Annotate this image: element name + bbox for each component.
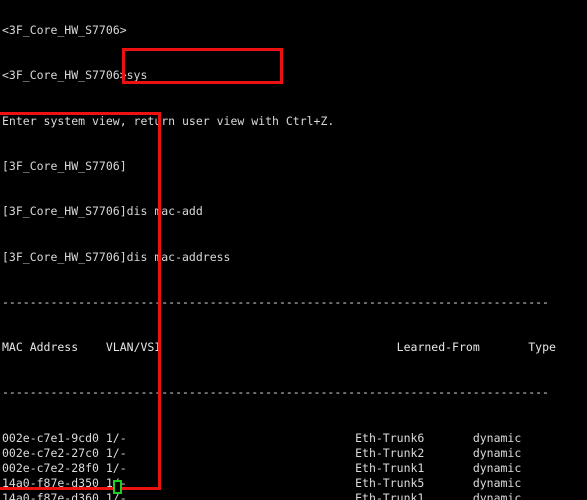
terminal-line-command-2: [3F_Core_HW_S7706]dis mac-address bbox=[2, 250, 587, 265]
cell-type: dynamic bbox=[472, 491, 522, 500]
table-body: 002e-c7e1-9cd0 1/- Eth-Trunk6 dynamic 002… bbox=[2, 431, 587, 500]
cell-learned-from: Eth-Trunk5 bbox=[355, 476, 473, 490]
header-type: Type bbox=[528, 340, 556, 355]
cell-type: dynamic bbox=[472, 460, 522, 475]
cell-mac-address: 14a0-f87e-d360 bbox=[2, 491, 106, 500]
table-separator-bottom: ----------------------------------------… bbox=[2, 385, 549, 400]
cell-learned-from: Eth-Trunk2 bbox=[355, 445, 473, 460]
terminal-line-partial-top: <3F_Core_HW_S7706> bbox=[2, 23, 127, 38]
cell-mac-address: 14a0-f87e-d350 bbox=[2, 476, 106, 490]
command-text-1: dis mac-add bbox=[126, 204, 203, 219]
header-mac-address: MAC Address bbox=[2, 340, 79, 355]
terminal-line-command-1: [3F_Core_HW_S7706]dis mac-add bbox=[2, 204, 587, 219]
header-spacer-1 bbox=[78, 340, 106, 354]
table-row: 14a0-f87e-d360 1/- Eth-Trunk1 dynamic bbox=[2, 491, 587, 500]
cell-vlan-vsi: 1/- bbox=[105, 476, 356, 490]
header-vlan-vsi: VLAN/VSI bbox=[105, 340, 162, 355]
prompt-4: [3F_Core_HW_S7706] bbox=[2, 249, 127, 264]
header-spacer-2 bbox=[161, 340, 396, 354]
command-text-2: dis mac-address bbox=[126, 249, 231, 264]
cell-type: dynamic bbox=[472, 476, 522, 490]
terminal-line-info: Enter system view, return user view with… bbox=[2, 113, 335, 128]
top-clipped-region bbox=[0, 0, 587, 7]
table-row: 002e-c7e2-28f0 1/- Eth-Trunk1 dynamic bbox=[2, 461, 587, 476]
cell-type: dynamic bbox=[472, 430, 522, 445]
header-spacer-3 bbox=[480, 340, 528, 354]
cell-vlan-vsi: 1/- bbox=[105, 491, 356, 500]
table-row: 14a0-f87e-d350 1/- Eth-Trunk5 dynamic bbox=[2, 476, 587, 491]
cell-learned-from: Eth-Trunk6 bbox=[355, 430, 473, 445]
cell-type: dynamic bbox=[472, 445, 522, 460]
terminal-output: <3F_Core_HW_S7706> <3F_Core_HW_S7706>sys… bbox=[2, 0, 587, 500]
header-learned-from: Learned-From bbox=[396, 340, 480, 355]
table-header-row: MAC Address VLAN/VSI Learned-From Type bbox=[2, 340, 587, 355]
cell-mac-address: 002e-c7e2-28f0 bbox=[2, 460, 106, 475]
cell-learned-from: Eth-Trunk1 bbox=[355, 491, 473, 500]
table-row: 002e-c7e2-27c0 1/- Eth-Trunk2 dynamic bbox=[2, 446, 587, 461]
cell-mac-address: 002e-c7e2-27c0 bbox=[2, 445, 106, 460]
cell-vlan-vsi: 1/- bbox=[105, 430, 356, 445]
terminal-line-prompt-sys: <3F_Core_HW_S7706>sys bbox=[2, 68, 148, 83]
table-separator-top: ----------------------------------------… bbox=[2, 294, 549, 309]
cell-vlan-vsi: 1/- bbox=[105, 445, 356, 460]
table-row: 002e-c7e1-9cd0 1/- Eth-Trunk6 dynamic bbox=[2, 431, 587, 446]
cell-learned-from: Eth-Trunk1 bbox=[355, 460, 473, 475]
terminal-cursor bbox=[113, 480, 122, 494]
cell-mac-address: 002e-c7e1-9cd0 bbox=[2, 430, 106, 445]
terminal-line-prompt-2: [3F_Core_HW_S7706] bbox=[2, 159, 127, 174]
cell-vlan-vsi: 1/- bbox=[105, 460, 356, 475]
terminal-screen[interactable]: <3F_Core_HW_S7706> <3F_Core_HW_S7706>sys… bbox=[0, 0, 587, 500]
prompt-3: [3F_Core_HW_S7706] bbox=[2, 204, 127, 219]
